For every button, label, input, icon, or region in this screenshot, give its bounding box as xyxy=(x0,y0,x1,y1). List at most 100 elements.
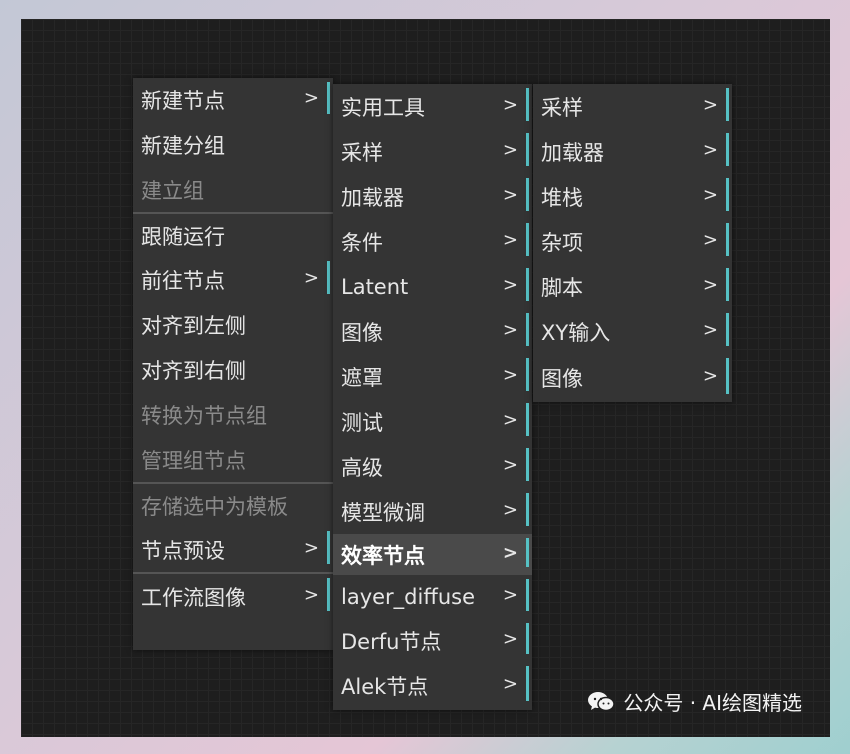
chevron-right-icon: > xyxy=(303,583,319,605)
submenu-indicator xyxy=(526,358,529,391)
menu-item-derfu-nodes[interactable]: Derfu节点 > xyxy=(333,619,532,662)
submenu-indicator xyxy=(726,178,729,211)
submenu-indicator xyxy=(526,223,529,256)
chevron-right-icon: > xyxy=(702,365,718,387)
submenu-indicator xyxy=(526,313,529,346)
submenu-indicator xyxy=(526,448,529,481)
menu-item-follow-execution[interactable]: 跟随运行 xyxy=(133,214,333,257)
menu-item-label: 跟随运行 xyxy=(141,224,225,249)
menu-item-label: 条件 xyxy=(341,230,383,255)
submenu-indicator xyxy=(526,666,529,701)
chevron-right-icon: > xyxy=(702,318,718,340)
submenu-indicator xyxy=(526,623,529,654)
chevron-right-icon: > xyxy=(502,541,518,563)
menu-item-xy-input[interactable]: XY输入 > xyxy=(533,309,732,354)
menu-item-efficiency-nodes[interactable]: 效率节点 > xyxy=(333,534,532,575)
chevron-right-icon: > xyxy=(702,183,718,205)
menu-item-loaders[interactable]: 加载器 > xyxy=(333,174,532,219)
menu-item-label: Alek节点 xyxy=(341,674,429,699)
chevron-right-icon: > xyxy=(502,672,518,694)
chevron-right-icon: > xyxy=(702,93,718,115)
menu-item-label: layer_diffuse xyxy=(341,585,475,609)
menu-item-alek-nodes[interactable]: Alek节点 > xyxy=(333,662,532,709)
menu-item-label: 脚本 xyxy=(541,275,583,300)
menu-item-stack[interactable]: 堆栈 > xyxy=(533,174,732,219)
menu-item-label: 测试 xyxy=(341,410,383,435)
menu-item-label: 图像 xyxy=(541,367,583,391)
chevron-right-icon: > xyxy=(303,266,319,288)
menu-item-label: 管理组节点 xyxy=(141,448,246,473)
submenu-indicator xyxy=(726,313,729,346)
wechat-icon xyxy=(587,691,616,713)
chevron-right-icon: > xyxy=(702,273,718,295)
menu-item-sampling[interactable]: 采样 > xyxy=(333,129,532,174)
menu-item-label: 模型微调 xyxy=(341,500,425,525)
chevron-right-icon: > xyxy=(502,627,518,649)
submenu-indicator xyxy=(327,531,330,564)
chevron-right-icon: > xyxy=(502,318,518,340)
menu-item-manage-group-nodes: 管理组节点 xyxy=(133,437,333,482)
submenu-indicator xyxy=(526,579,529,611)
watermark: 公众号 · AI绘图精选 xyxy=(587,687,802,716)
menu-item-align-left[interactable]: 对齐到左侧 xyxy=(133,302,333,347)
menu-item-loaders[interactable]: 加载器 > xyxy=(533,129,732,174)
menu-item-node-presets[interactable]: 节点预设 > xyxy=(133,527,333,572)
menu-item-label: 转换为节点组 xyxy=(141,403,267,428)
menu-item-image[interactable]: 图像 > xyxy=(533,354,732,402)
menu-item-testing[interactable]: 测试 > xyxy=(333,399,532,444)
submenu-indicator xyxy=(526,133,529,166)
menu-item-label: 存储选中为模板 xyxy=(141,494,288,519)
chevron-right-icon: > xyxy=(502,93,518,115)
chevron-right-icon: > xyxy=(702,138,718,160)
menu-item-label: 实用工具 xyxy=(341,95,425,120)
menu-item-go-to-node[interactable]: 前往节点 > xyxy=(133,257,333,302)
menu-item-misc[interactable]: 杂项 > xyxy=(533,219,732,264)
menu-item-latent[interactable]: Latent > xyxy=(333,264,532,309)
menu-item-label: 工作流图像 xyxy=(141,585,246,610)
submenu-indicator xyxy=(526,403,529,436)
menu-item-conditioning[interactable]: 条件 > xyxy=(333,219,532,264)
menu-item-label: 新建节点 xyxy=(141,89,225,113)
chevron-right-icon: > xyxy=(502,453,518,475)
menu-item-label: XY输入 xyxy=(541,320,611,345)
chevron-right-icon: > xyxy=(502,183,518,205)
menu-item-sampling[interactable]: 采样 > xyxy=(533,84,732,129)
menu-item-utils[interactable]: 实用工具 > xyxy=(333,84,532,129)
chevron-right-icon: > xyxy=(702,228,718,250)
chevron-right-icon: > xyxy=(502,273,518,295)
menu-item-layer-diffuse[interactable]: layer_diffuse > xyxy=(333,575,532,619)
menu-item-image[interactable]: 图像 > xyxy=(333,309,532,354)
canvas-grid[interactable]: 新建节点 > 新建分组 建立组 跟随运行 前往节点 > 对齐到左侧 对齐到右侧 … xyxy=(21,19,830,737)
chevron-right-icon: > xyxy=(303,87,319,109)
menu-item-label: 图像 xyxy=(341,320,383,345)
submenu-indicator xyxy=(726,88,729,121)
menu-item-save-as-template: 存储选中为模板 xyxy=(133,484,333,527)
submenu-indicator xyxy=(726,358,729,394)
menu-item-label: 节点预设 xyxy=(141,538,225,563)
submenu-efficiency-nodes: 采样 > 加载器 > 堆栈 > 杂项 > 脚本 > XY输入 > 图像 > xyxy=(533,84,732,402)
menu-item-advanced[interactable]: 高级 > xyxy=(333,444,532,489)
menu-item-label: 对齐到右侧 xyxy=(141,358,246,383)
menu-item-new-node[interactable]: 新建节点 > xyxy=(133,78,333,122)
submenu-indicator xyxy=(526,493,529,526)
menu-item-label: 新建分组 xyxy=(141,133,225,158)
menu-item-model-finetune[interactable]: 模型微调 > xyxy=(333,489,532,534)
menu-item-workflow-image[interactable]: 工作流图像 > xyxy=(133,574,333,619)
submenu-indicator xyxy=(726,223,729,256)
menu-item-new-group[interactable]: 新建分组 xyxy=(133,122,333,167)
menu-item-mask[interactable]: 遮罩 > xyxy=(333,354,532,399)
chevron-right-icon: > xyxy=(502,363,518,385)
submenu-indicator xyxy=(726,268,729,301)
menu-item-label: 采样 xyxy=(341,140,383,165)
chevron-right-icon: > xyxy=(502,408,518,430)
menu-item-create-group: 建立组 xyxy=(133,167,333,212)
menu-item-label: 加载器 xyxy=(541,140,604,165)
menu-item-scripts[interactable]: 脚本 > xyxy=(533,264,732,309)
menu-item-align-right[interactable]: 对齐到右侧 xyxy=(133,347,333,392)
menu-item-label: Latent xyxy=(341,274,409,299)
menu-item-label: 遮罩 xyxy=(341,365,383,390)
menu-item-label: 加载器 xyxy=(341,185,404,210)
chevron-right-icon: > xyxy=(502,138,518,160)
submenu-indicator xyxy=(526,268,529,301)
menu-item-label: 对齐到左侧 xyxy=(141,313,246,338)
